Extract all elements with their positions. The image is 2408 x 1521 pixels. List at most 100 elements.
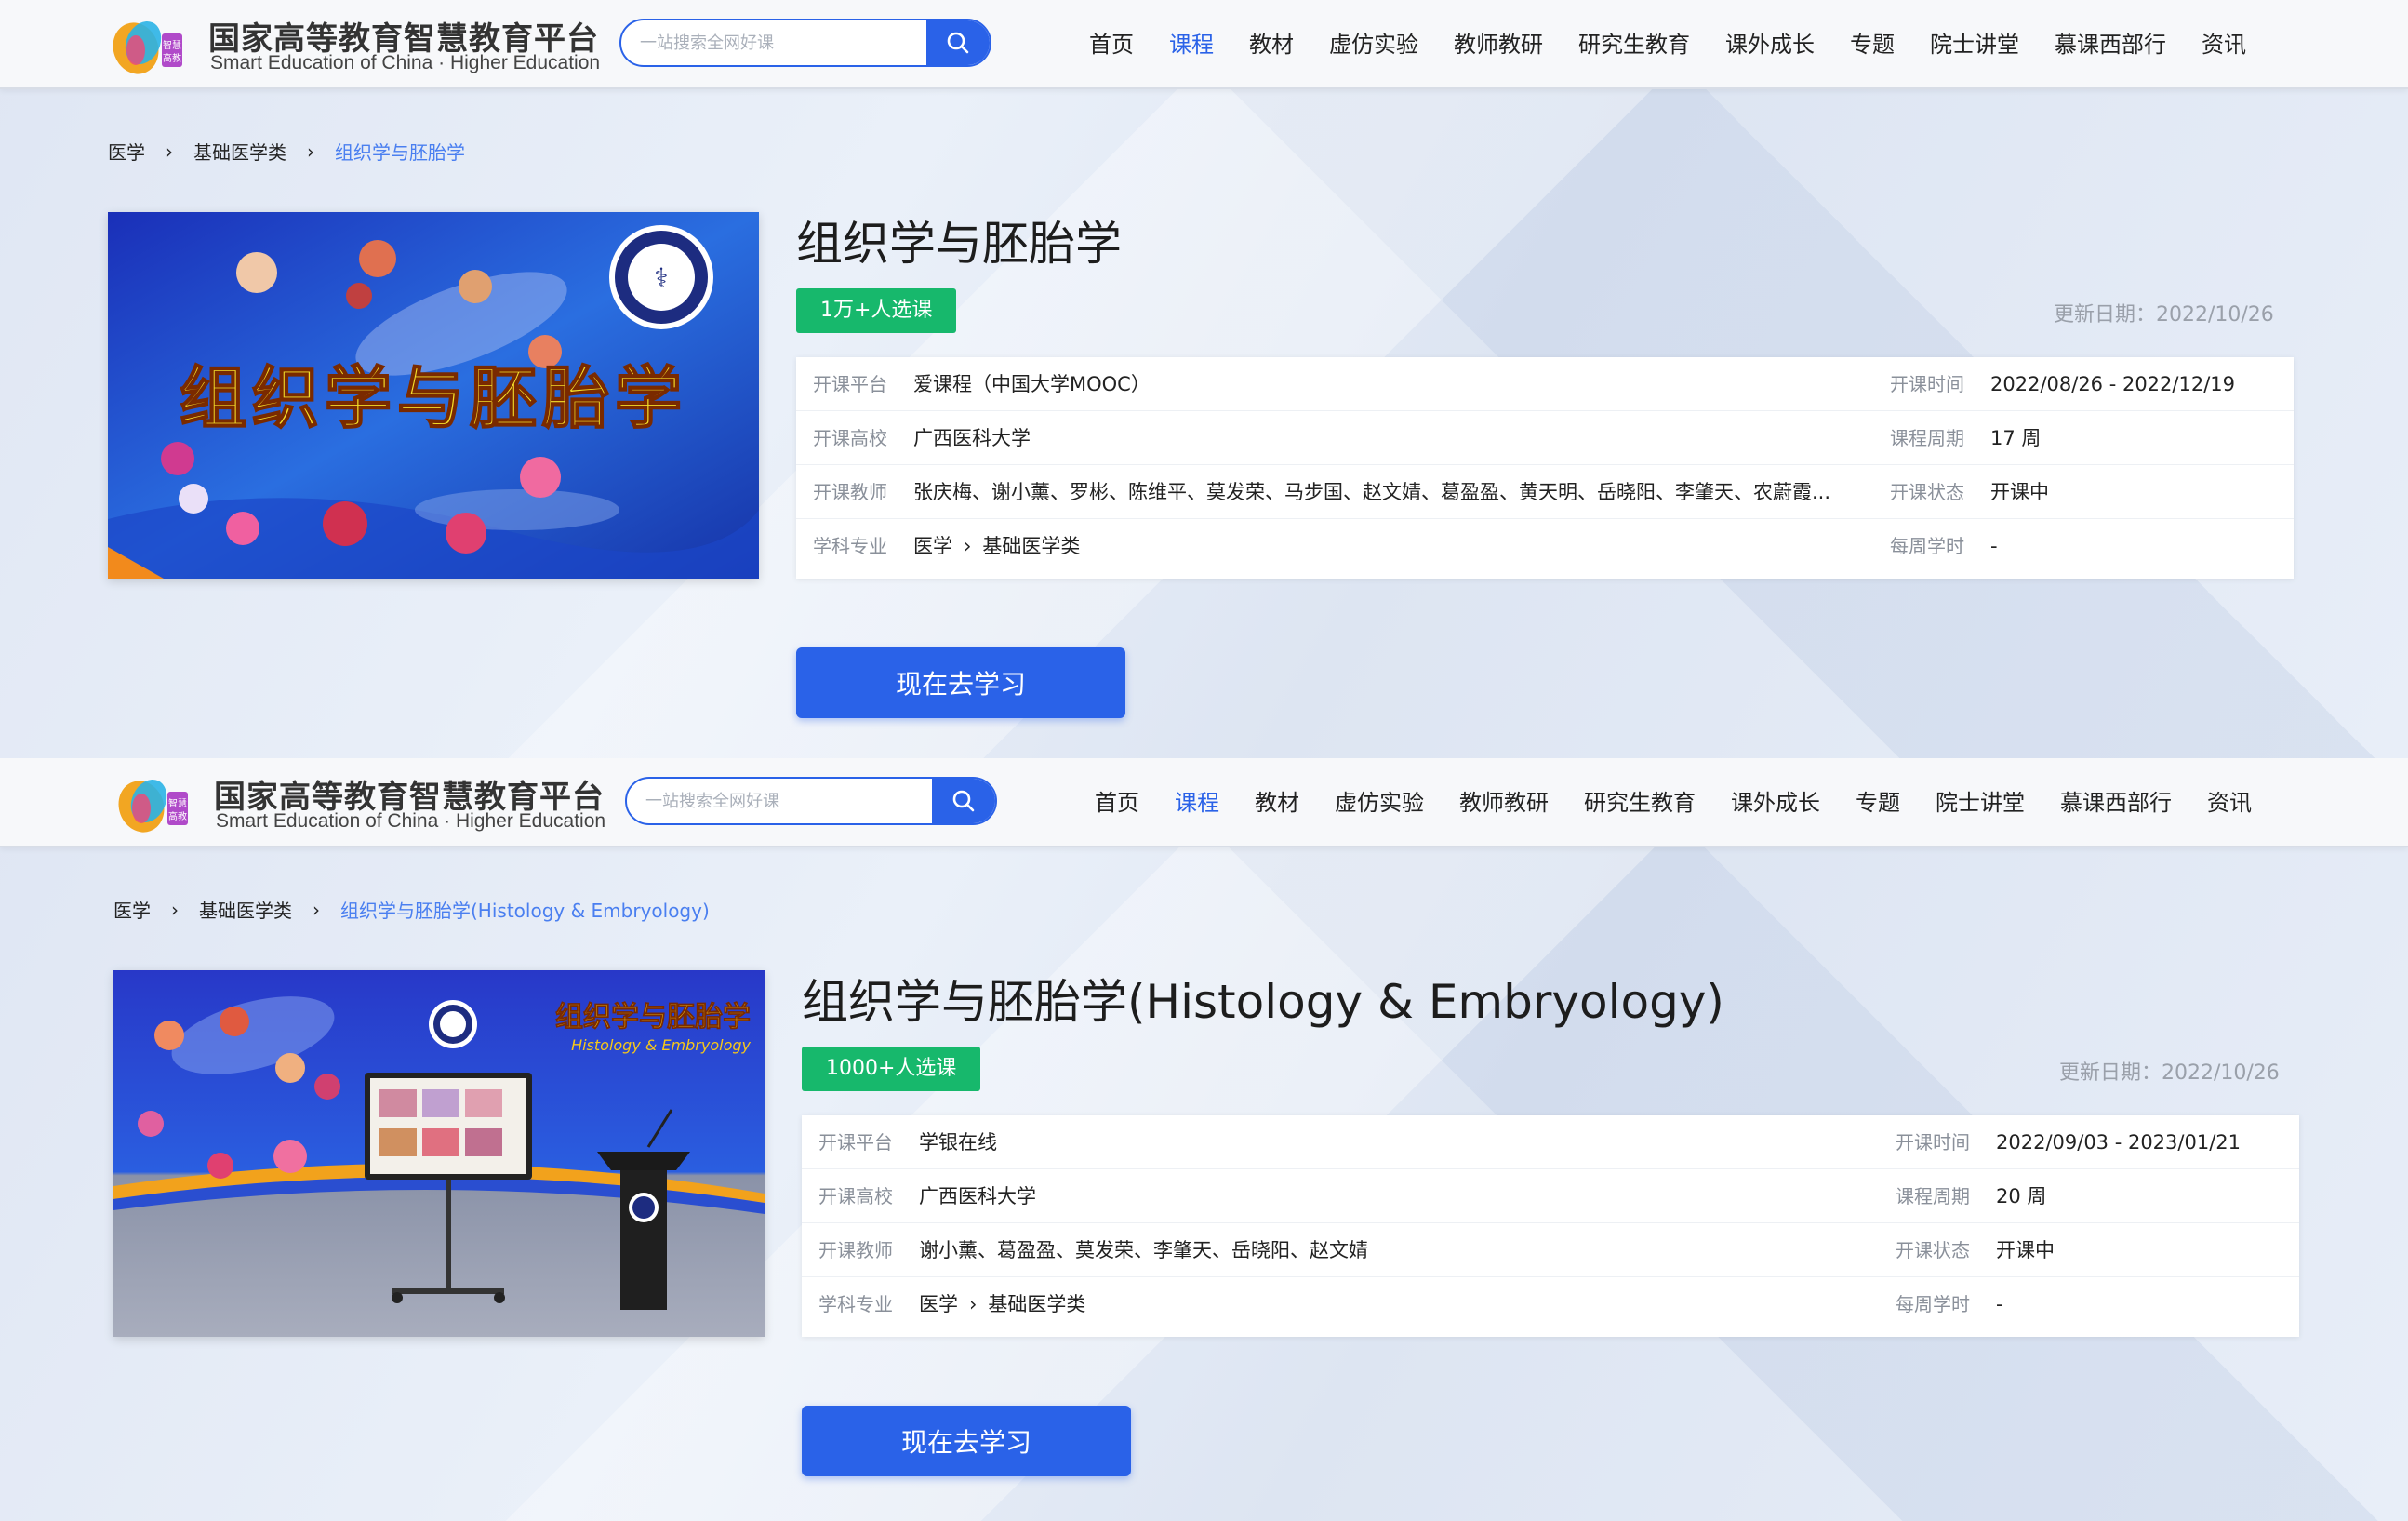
course-info-card: 开课平台 爱课程（中国大学MOOC） 开课时间 2022/08/26 - 202…	[796, 357, 2294, 579]
subject-main[interactable]: 医学	[919, 1293, 958, 1315]
nav-teacher-research[interactable]: 教师教研	[1436, 26, 1561, 63]
nav-mooc-west[interactable]: 慕课西部行	[2037, 26, 2184, 63]
subject-sub[interactable]: 基础医学类	[988, 1293, 1085, 1315]
status-label: 开课状态	[1890, 481, 1964, 503]
course-info-card: 开课平台 学银在线 开课时间 2022/09/03 - 2023/01/21 开…	[802, 1115, 2299, 1337]
site-header: 智慧 高教 国家高等教育智慧教育平台 Smart Education of Ch…	[0, 758, 2408, 847]
search-icon	[952, 790, 975, 812]
chevron-right-icon: ›	[313, 898, 320, 921]
breadcrumb-basic-medicine[interactable]: 基础医学类	[193, 138, 286, 165]
breadcrumb: 医学 › 基础医学类 › 组织学与胚胎学	[108, 138, 465, 165]
breadcrumb: 医学 › 基础医学类 › 组织学与胚胎学(Histology & Embryol…	[113, 896, 710, 923]
nav-news[interactable]: 资讯	[2184, 26, 2264, 63]
nav-home[interactable]: 首页	[1071, 26, 1151, 63]
enrollment-badge: 1000+人选课	[802, 1047, 981, 1091]
svg-text:⚕: ⚕	[654, 262, 668, 293]
nav-topics[interactable]: 专题	[1838, 784, 1918, 821]
chevron-right-icon: ›	[964, 535, 972, 557]
course-title: 组织学与胚胎学	[796, 217, 1122, 271]
main-nav: 首页 课程 教材 虚仿实验 教师教研 研究生教育 课外成长 专题 院士讲堂 慕课…	[1071, 26, 2264, 63]
course-cover-image: ⚕ 组织学与胚胎学	[108, 212, 759, 579]
update-date: 更新日期：2022/10/26	[2054, 303, 2274, 327]
info-row: 开课教师 张庆梅、谢小薰、罗彬、陈维平、莫发荣、马步国、赵文婧、葛盈盈、黄天明、…	[796, 465, 2294, 519]
course-page-1: 智慧 高教 国家高等教育智慧教育平台 Smart Education of Ch…	[0, 0, 2408, 758]
platform-label: 开课平台	[818, 1131, 893, 1154]
platform-label: 开课平台	[813, 373, 887, 395]
nav-extracurricular[interactable]: 课外成长	[1713, 784, 1838, 821]
time-value: 2022/09/03 - 2023/01/21	[1996, 1131, 2242, 1154]
svg-text:高教: 高教	[168, 810, 187, 822]
nav-courses[interactable]: 课程	[1157, 784, 1237, 821]
period-value: 20 周	[1996, 1185, 2047, 1207]
breadcrumb-current: 组织学与胚胎学(Histology & Embryology)	[340, 900, 710, 922]
time-label: 开课时间	[1890, 373, 1964, 395]
site-logo[interactable]: 智慧 高教 国家高等教育智慧教育平台 Smart Education of Ch…	[113, 769, 616, 836]
weekly-hours-label: 每周学时	[1890, 535, 1964, 557]
search-icon	[947, 32, 969, 54]
info-row: 开课高校 广西医科大学 课程周期 17 周	[796, 411, 2294, 465]
chevron-right-icon: ›	[166, 140, 173, 163]
nav-textbooks[interactable]: 教材	[1231, 26, 1311, 63]
nav-topics[interactable]: 专题	[1832, 26, 1912, 63]
cover-title-text: 组织学与胚胎学	[555, 1001, 751, 1034]
enrollment-badge: 1万+人选课	[796, 288, 957, 333]
breadcrumb-medicine[interactable]: 医学	[113, 896, 151, 923]
study-now-button[interactable]: 现在去学习	[802, 1406, 1131, 1476]
period-label: 课程周期	[1890, 427, 1964, 449]
nav-academician-lectures[interactable]: 院士讲堂	[1912, 26, 2037, 63]
teachers-label: 开课教师	[813, 481, 887, 503]
nav-extracurricular[interactable]: 课外成长	[1708, 26, 1832, 63]
nav-textbooks[interactable]: 教材	[1237, 784, 1317, 821]
subject-main[interactable]: 医学	[913, 535, 952, 557]
breadcrumb-medicine[interactable]: 医学	[108, 138, 145, 165]
nav-home[interactable]: 首页	[1077, 784, 1157, 821]
teachers-value: 谢小薰、葛盈盈、莫发荣、李肇天、岳晓阳、赵文婧	[919, 1239, 1368, 1261]
nav-virtual-labs[interactable]: 虚仿实验	[1311, 26, 1436, 63]
cover-illustration: 组织学与胚胎学 Histology & Embryology	[113, 970, 765, 1337]
subject-label: 学科专业	[813, 535, 887, 557]
nav-graduate[interactable]: 研究生教育	[1561, 26, 1708, 63]
search-input[interactable]	[621, 20, 928, 65]
info-row: 学科专业 医学 › 基础医学类 每周学时 -	[796, 519, 2294, 573]
nav-teacher-research[interactable]: 教师教研	[1442, 784, 1566, 821]
school-value: 广西医科大学	[913, 427, 1031, 449]
logo-mark-icon: 智慧 高教	[113, 20, 182, 74]
course-title: 组织学与胚胎学(Histology & Embryology)	[802, 975, 1724, 1029]
school-label: 开课高校	[818, 1185, 893, 1207]
nav-courses[interactable]: 课程	[1151, 26, 1231, 63]
nav-graduate[interactable]: 研究生教育	[1566, 784, 1713, 821]
search-input[interactable]	[627, 779, 934, 823]
info-row: 开课教师 谢小薰、葛盈盈、莫发荣、李肇天、岳晓阳、赵文婧 开课状态 开课中	[802, 1223, 2299, 1277]
school-label: 开课高校	[813, 427, 887, 449]
chevron-right-icon: ›	[969, 1293, 978, 1315]
nav-news[interactable]: 资讯	[2189, 784, 2269, 821]
platform-value: 学银在线	[919, 1131, 997, 1154]
nav-mooc-west[interactable]: 慕课西部行	[2042, 784, 2189, 821]
update-date: 更新日期：2022/10/26	[2059, 1061, 2280, 1085]
status-label: 开课状态	[1896, 1239, 1970, 1261]
cover-illustration: ⚕ 组织学与胚胎学	[108, 212, 759, 579]
info-row: 开课高校 广西医科大学 课程周期 20 周	[802, 1169, 2299, 1223]
search-button[interactable]	[932, 779, 995, 823]
search-button[interactable]	[926, 20, 990, 65]
study-now-button[interactable]: 现在去学习	[796, 647, 1125, 718]
info-row: 开课平台 学银在线 开课时间 2022/09/03 - 2023/01/21	[802, 1115, 2299, 1169]
chevron-right-icon: ›	[307, 140, 314, 163]
weekly-hours-value: -	[1990, 535, 1998, 557]
weekly-hours-label: 每周学时	[1896, 1293, 1970, 1315]
nav-virtual-labs[interactable]: 虚仿实验	[1317, 784, 1442, 821]
svg-text:智慧: 智慧	[168, 797, 187, 809]
weekly-hours-value: -	[1996, 1293, 2003, 1315]
period-label: 课程周期	[1896, 1185, 1970, 1207]
subject-label: 学科专业	[818, 1293, 893, 1315]
breadcrumb-current: 组织学与胚胎学	[335, 141, 465, 164]
teachers-value: 张庆梅、谢小薰、罗彬、陈维平、莫发荣、马步国、赵文婧、葛盈盈、黄天明、岳晓阳、李…	[913, 481, 1831, 503]
status-value: 开课中	[1996, 1239, 2055, 1261]
site-logo[interactable]: 智慧 高教 国家高等教育智慧教育平台 Smart Education of Ch…	[108, 11, 610, 78]
nav-academician-lectures[interactable]: 院士讲堂	[1918, 784, 2042, 821]
chevron-right-icon: ›	[171, 898, 179, 921]
breadcrumb-basic-medicine[interactable]: 基础医学类	[199, 896, 292, 923]
logo-subtitle: Smart Education of China · Higher Educat…	[210, 52, 601, 73]
subject-sub[interactable]: 基础医学类	[982, 535, 1080, 557]
teachers-label: 开课教师	[818, 1239, 893, 1261]
